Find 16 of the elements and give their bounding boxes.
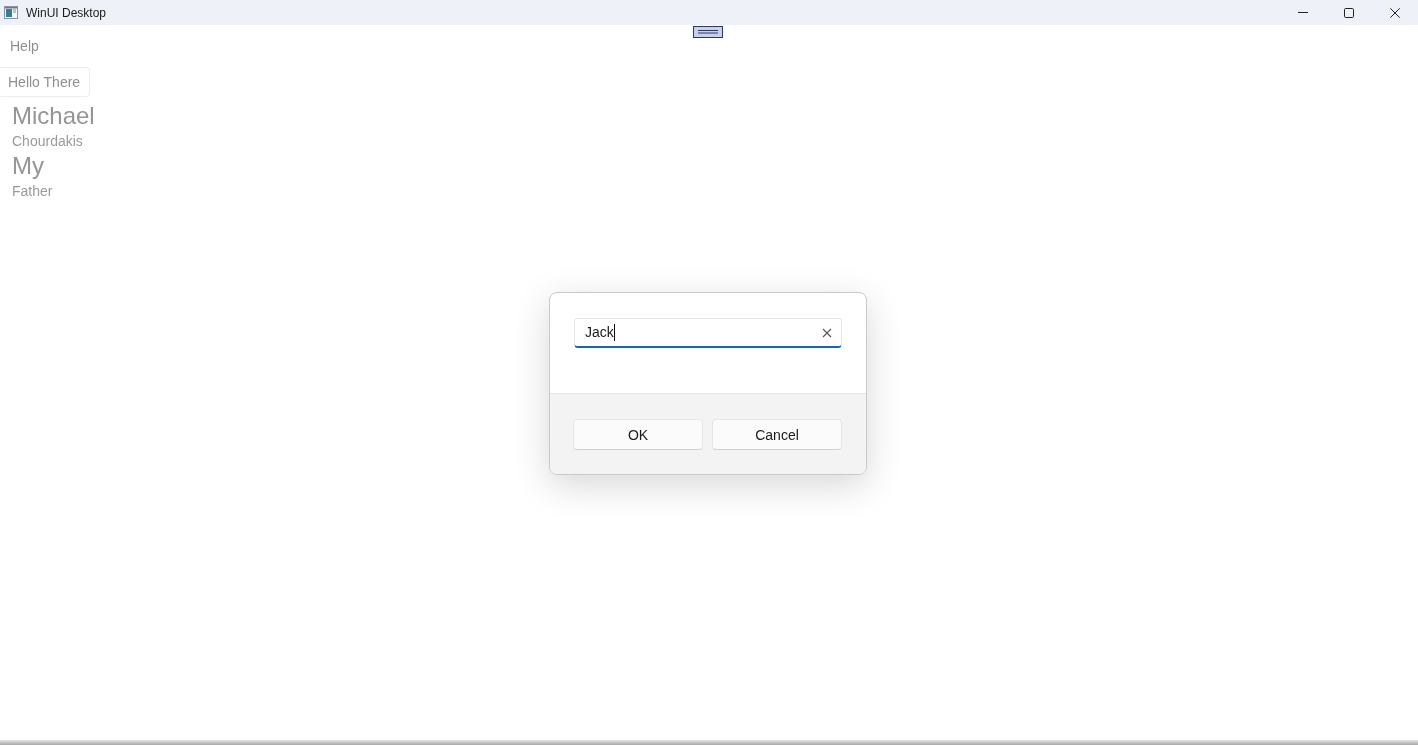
- entry-subtitle: Father: [12, 182, 53, 201]
- minimize-icon: [1298, 12, 1308, 13]
- entry-title: My: [12, 151, 44, 181]
- window-title: WinUI Desktop: [26, 5, 108, 20]
- entry-subtitle: Chourdakis: [12, 132, 83, 151]
- text-field[interactable]: Jack: [574, 318, 842, 348]
- field-value: Jack: [585, 324, 615, 341]
- entry-title: Michael: [12, 101, 95, 131]
- close-icon: [1390, 7, 1400, 18]
- maximize-icon: [1344, 7, 1354, 18]
- clear-button[interactable]: [822, 327, 832, 338]
- app-icon: [4, 6, 18, 19]
- dialog-button[interactable]: Cancel: [712, 419, 842, 450]
- clear-icon: [822, 327, 832, 338]
- grip-icon[interactable]: [693, 26, 723, 38]
- dialog-button[interactable]: OK: [573, 419, 703, 450]
